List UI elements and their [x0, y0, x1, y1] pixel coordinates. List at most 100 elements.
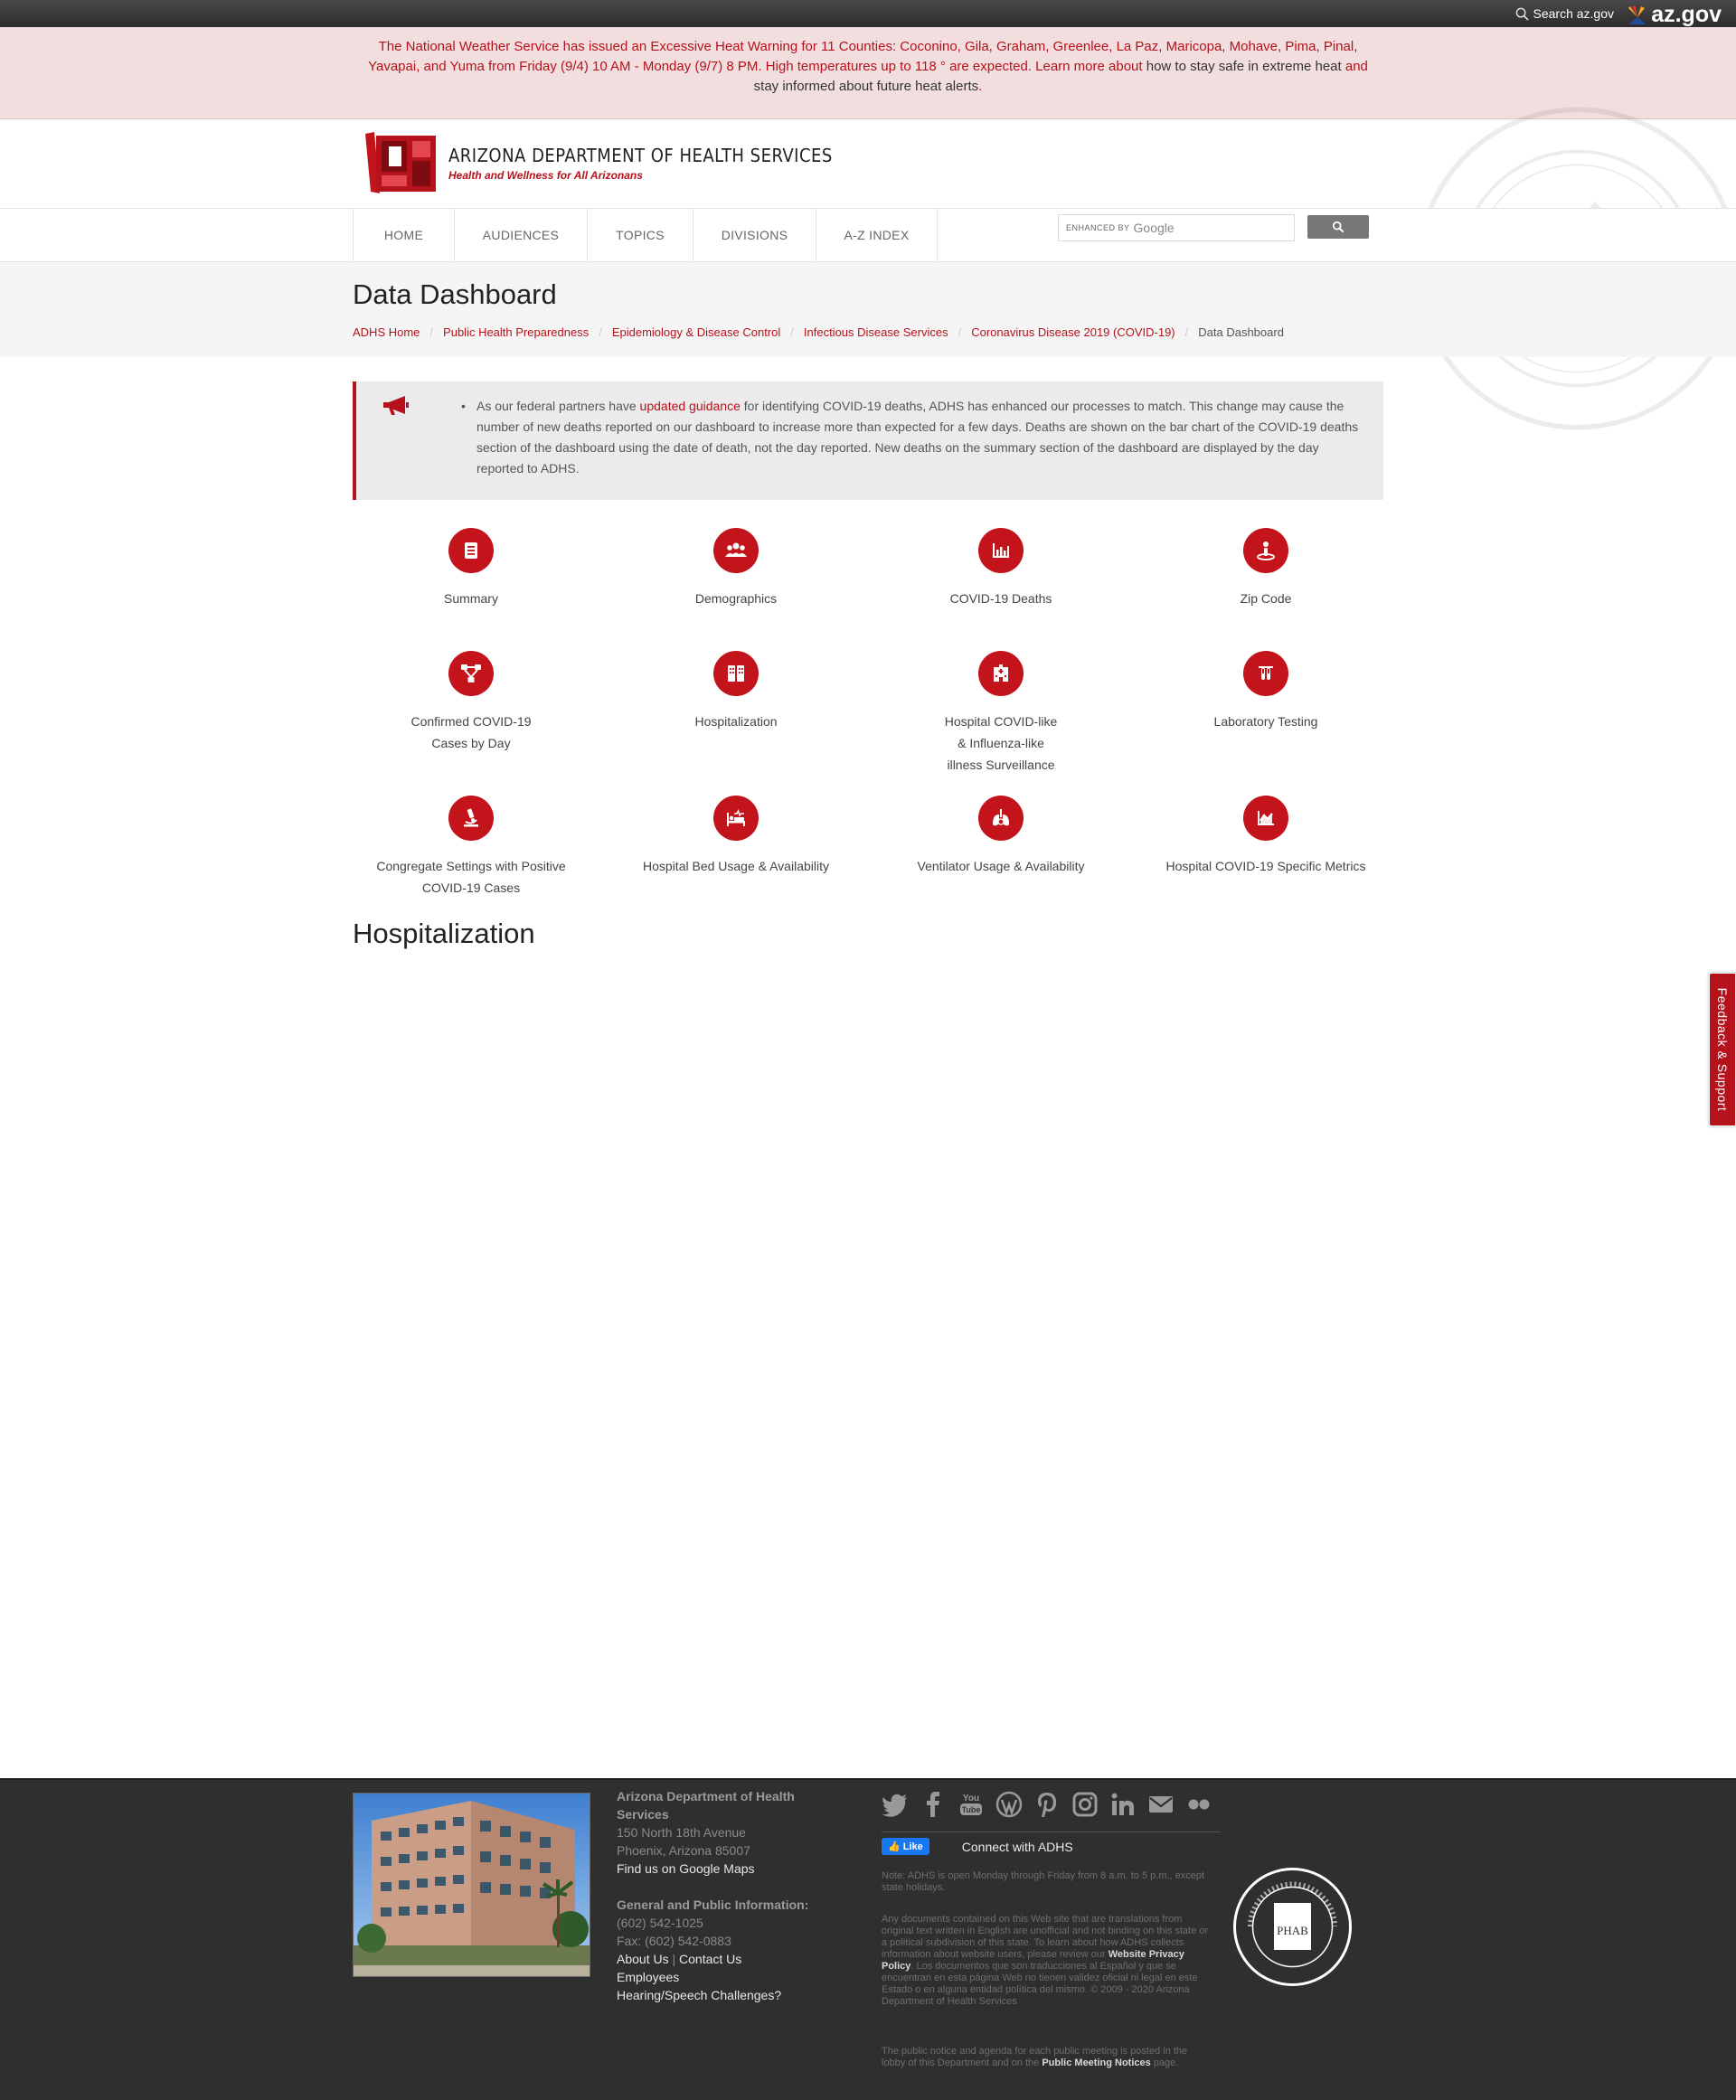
- google-search-input[interactable]: ENHANCED BY Google: [1058, 214, 1295, 241]
- circle-icon-bg: [713, 528, 759, 573]
- adhs-logo[interactable]: ARIZONA DEPARTMENT OF HEALTH SERVICES He…: [363, 130, 833, 195]
- meeting-text-post: page.: [1150, 2058, 1179, 2068]
- circle-icon-bg: [978, 651, 1024, 696]
- breadcrumb: ADHS Home / Public Health Preparedness / E…: [353, 325, 1284, 339]
- heat-alert-end: .: [978, 79, 983, 94]
- footer-info-heading: General and Public Information:: [617, 1898, 809, 1912]
- main-nav: HOME AUDIENCES TOPICS DIVISIONS A-Z INDE…: [353, 209, 938, 261]
- instagram-icon[interactable]: [1071, 1791, 1099, 1818]
- tile-label: Ventilator Usage & Availability: [917, 859, 1085, 873]
- about-us-link[interactable]: About Us: [617, 1952, 669, 1966]
- nav-a-z-index[interactable]: A-Z INDEX: [816, 209, 938, 261]
- wordpress-icon[interactable]: [995, 1791, 1023, 1818]
- nav-topics[interactable]: TOPICS: [588, 209, 693, 261]
- hearing-speech-link[interactable]: Hearing/Speech Challenges?: [617, 1986, 843, 2004]
- footer-address-line2: Phoenix, Arizona 85007: [617, 1843, 750, 1858]
- disclaimer-text-post: . Los documentos que son traducciones al…: [882, 1961, 1198, 2007]
- social-links: You Tube: [882, 1791, 1221, 1832]
- az-gov-brand: az.gov: [1651, 2, 1722, 27]
- footer-divider: |: [672, 1952, 676, 1966]
- breadcrumb-adhs-home[interactable]: ADHS Home: [353, 325, 420, 339]
- line-chart-icon: [1258, 811, 1274, 825]
- breadcrumb-public-health-preparedness[interactable]: Public Health Preparedness: [443, 325, 589, 339]
- tile-hospital-ili-surveillance[interactable]: Hospital COVID-like & Influenza-like ill…: [897, 651, 1105, 776]
- tile-confirmed-cases-by-day[interactable]: Confirmed COVID-19 Cases by Day: [367, 651, 575, 754]
- az-gov-search-label: Search az.gov: [1533, 6, 1615, 21]
- footer-org-name: Arizona Department of Health Services: [617, 1789, 795, 1822]
- breadcrumb-current: Data Dashboard: [1198, 325, 1284, 339]
- public-meeting-notices-link[interactable]: Public Meeting Notices: [1042, 2058, 1150, 2068]
- tile-laboratory-testing[interactable]: Laboratory Testing: [1162, 651, 1370, 732]
- tile-label: Hospitalization: [694, 714, 778, 729]
- search-icon: [1515, 7, 1529, 21]
- heat-safety-link[interactable]: how to stay safe in extreme heat: [1146, 59, 1342, 74]
- hospital-icon: [994, 664, 1008, 682]
- breadcrumb-separator: /: [599, 325, 602, 339]
- circle-icon-bg: [448, 528, 494, 573]
- employees-link[interactable]: Employees: [617, 1968, 843, 1986]
- lungs-icon: [993, 809, 1009, 826]
- heat-alerts-link[interactable]: stay informed about future heat alerts: [754, 79, 978, 94]
- breadcrumb-separator: /: [429, 325, 434, 339]
- google-search-button[interactable]: [1307, 215, 1369, 239]
- notice-text-pre: As our federal partners have: [476, 399, 640, 413]
- circle-icon-bg: [1243, 796, 1288, 841]
- tile-label: Confirmed COVID-19 Cases by Day: [410, 714, 532, 750]
- page-title-band: Data Dashboard ADHS Home / Public Health …: [0, 262, 1736, 357]
- circle-icon-bg: [713, 651, 759, 696]
- nav-divisions[interactable]: DIVISIONS: [693, 209, 816, 261]
- tile-hospital-bed-usage[interactable]: Hospital Bed Usage & Availability: [632, 796, 840, 877]
- tile-label: Hospital COVID-like & Influenza-like ill…: [944, 714, 1058, 772]
- nav-home[interactable]: HOME: [354, 209, 455, 261]
- nav-audiences[interactable]: AUDIENCES: [455, 209, 588, 261]
- az-gov-search-link[interactable]: Search az.gov: [1515, 6, 1615, 21]
- bar-chart-icon: [993, 543, 1009, 558]
- building-image: [354, 1794, 590, 1976]
- youtube-icon[interactable]: You Tube: [958, 1791, 985, 1818]
- footer-contact: Arizona Department of Health Services 15…: [617, 1787, 843, 2004]
- tile-label: Hospital Bed Usage & Availability: [643, 859, 829, 873]
- covid-deaths-notice: As our federal partners have updated gui…: [353, 381, 1383, 500]
- tile-label: COVID-19 Deaths: [949, 591, 1052, 606]
- like-label: Like: [902, 1841, 923, 1852]
- breadcrumb-separator: /: [1184, 325, 1189, 339]
- twitter-icon[interactable]: [882, 1791, 909, 1818]
- arizona-flag-icon: [1628, 5, 1647, 24]
- az-gov-logo[interactable]: az.gov: [1628, 2, 1722, 28]
- tile-summary[interactable]: Summary: [367, 528, 575, 609]
- tile-label: Summary: [444, 591, 498, 606]
- breadcrumb-covid-19[interactable]: Coronavirus Disease 2019 (COVID-19): [971, 325, 1175, 339]
- phab-accreditation-seal[interactable]: PHAB: [1232, 1867, 1353, 1987]
- svg-text:You: You: [963, 1794, 979, 1803]
- tile-ventilator-usage[interactable]: Ventilator Usage & Availability: [897, 796, 1105, 877]
- facebook-like-button[interactable]: 👍 Like: [882, 1838, 929, 1855]
- hospital-bed-icon: [727, 808, 745, 826]
- updated-guidance-link[interactable]: updated guidance: [640, 399, 741, 413]
- flickr-icon[interactable]: [1185, 1791, 1212, 1818]
- tile-congregate-settings[interactable]: Congregate Settings with Positive COVID-…: [367, 796, 575, 899]
- footer-meeting-notice: The public notice and agenda for each pu…: [882, 2046, 1212, 2069]
- pinterest-icon[interactable]: [1033, 1791, 1061, 1818]
- tile-zip-code[interactable]: Zip Code: [1162, 528, 1370, 609]
- linkedin-icon[interactable]: [1109, 1791, 1137, 1818]
- breadcrumb-epidemiology[interactable]: Epidemiology & Disease Control: [612, 325, 780, 339]
- az-gov-topbar: Search az.gov az.gov: [0, 0, 1736, 27]
- heat-alert-text: The National Weather Service has issued …: [357, 27, 1379, 97]
- tile-label: Zip Code: [1240, 591, 1292, 606]
- main-navbar: HOME AUDIENCES TOPICS DIVISIONS A-Z INDE…: [0, 208, 1736, 262]
- tile-covid-19-deaths[interactable]: COVID-19 Deaths: [897, 528, 1105, 609]
- breadcrumb-infectious-disease[interactable]: Infectious Disease Services: [804, 325, 948, 339]
- site-footer: Arizona Department of Health Services 15…: [0, 1778, 1736, 2100]
- megaphone-icon: [383, 396, 409, 415]
- notice-item: As our federal partners have updated gui…: [461, 396, 1367, 479]
- facebook-icon[interactable]: [920, 1791, 947, 1818]
- tile-hospital-specific-metrics[interactable]: Hospital COVID-19 Specific Metrics: [1162, 796, 1370, 877]
- email-icon[interactable]: [1147, 1791, 1175, 1818]
- search-icon: [1332, 221, 1344, 233]
- phab-text: PHAB: [1277, 1924, 1308, 1937]
- tile-hospitalization[interactable]: Hospitalization: [632, 651, 840, 732]
- tile-demographics[interactable]: Demographics: [632, 528, 840, 609]
- contact-us-link[interactable]: Contact Us: [679, 1952, 741, 1966]
- google-maps-link[interactable]: Find us on Google Maps: [617, 1860, 843, 1878]
- feedback-support-tab[interactable]: Feedback & Support: [1709, 973, 1736, 1126]
